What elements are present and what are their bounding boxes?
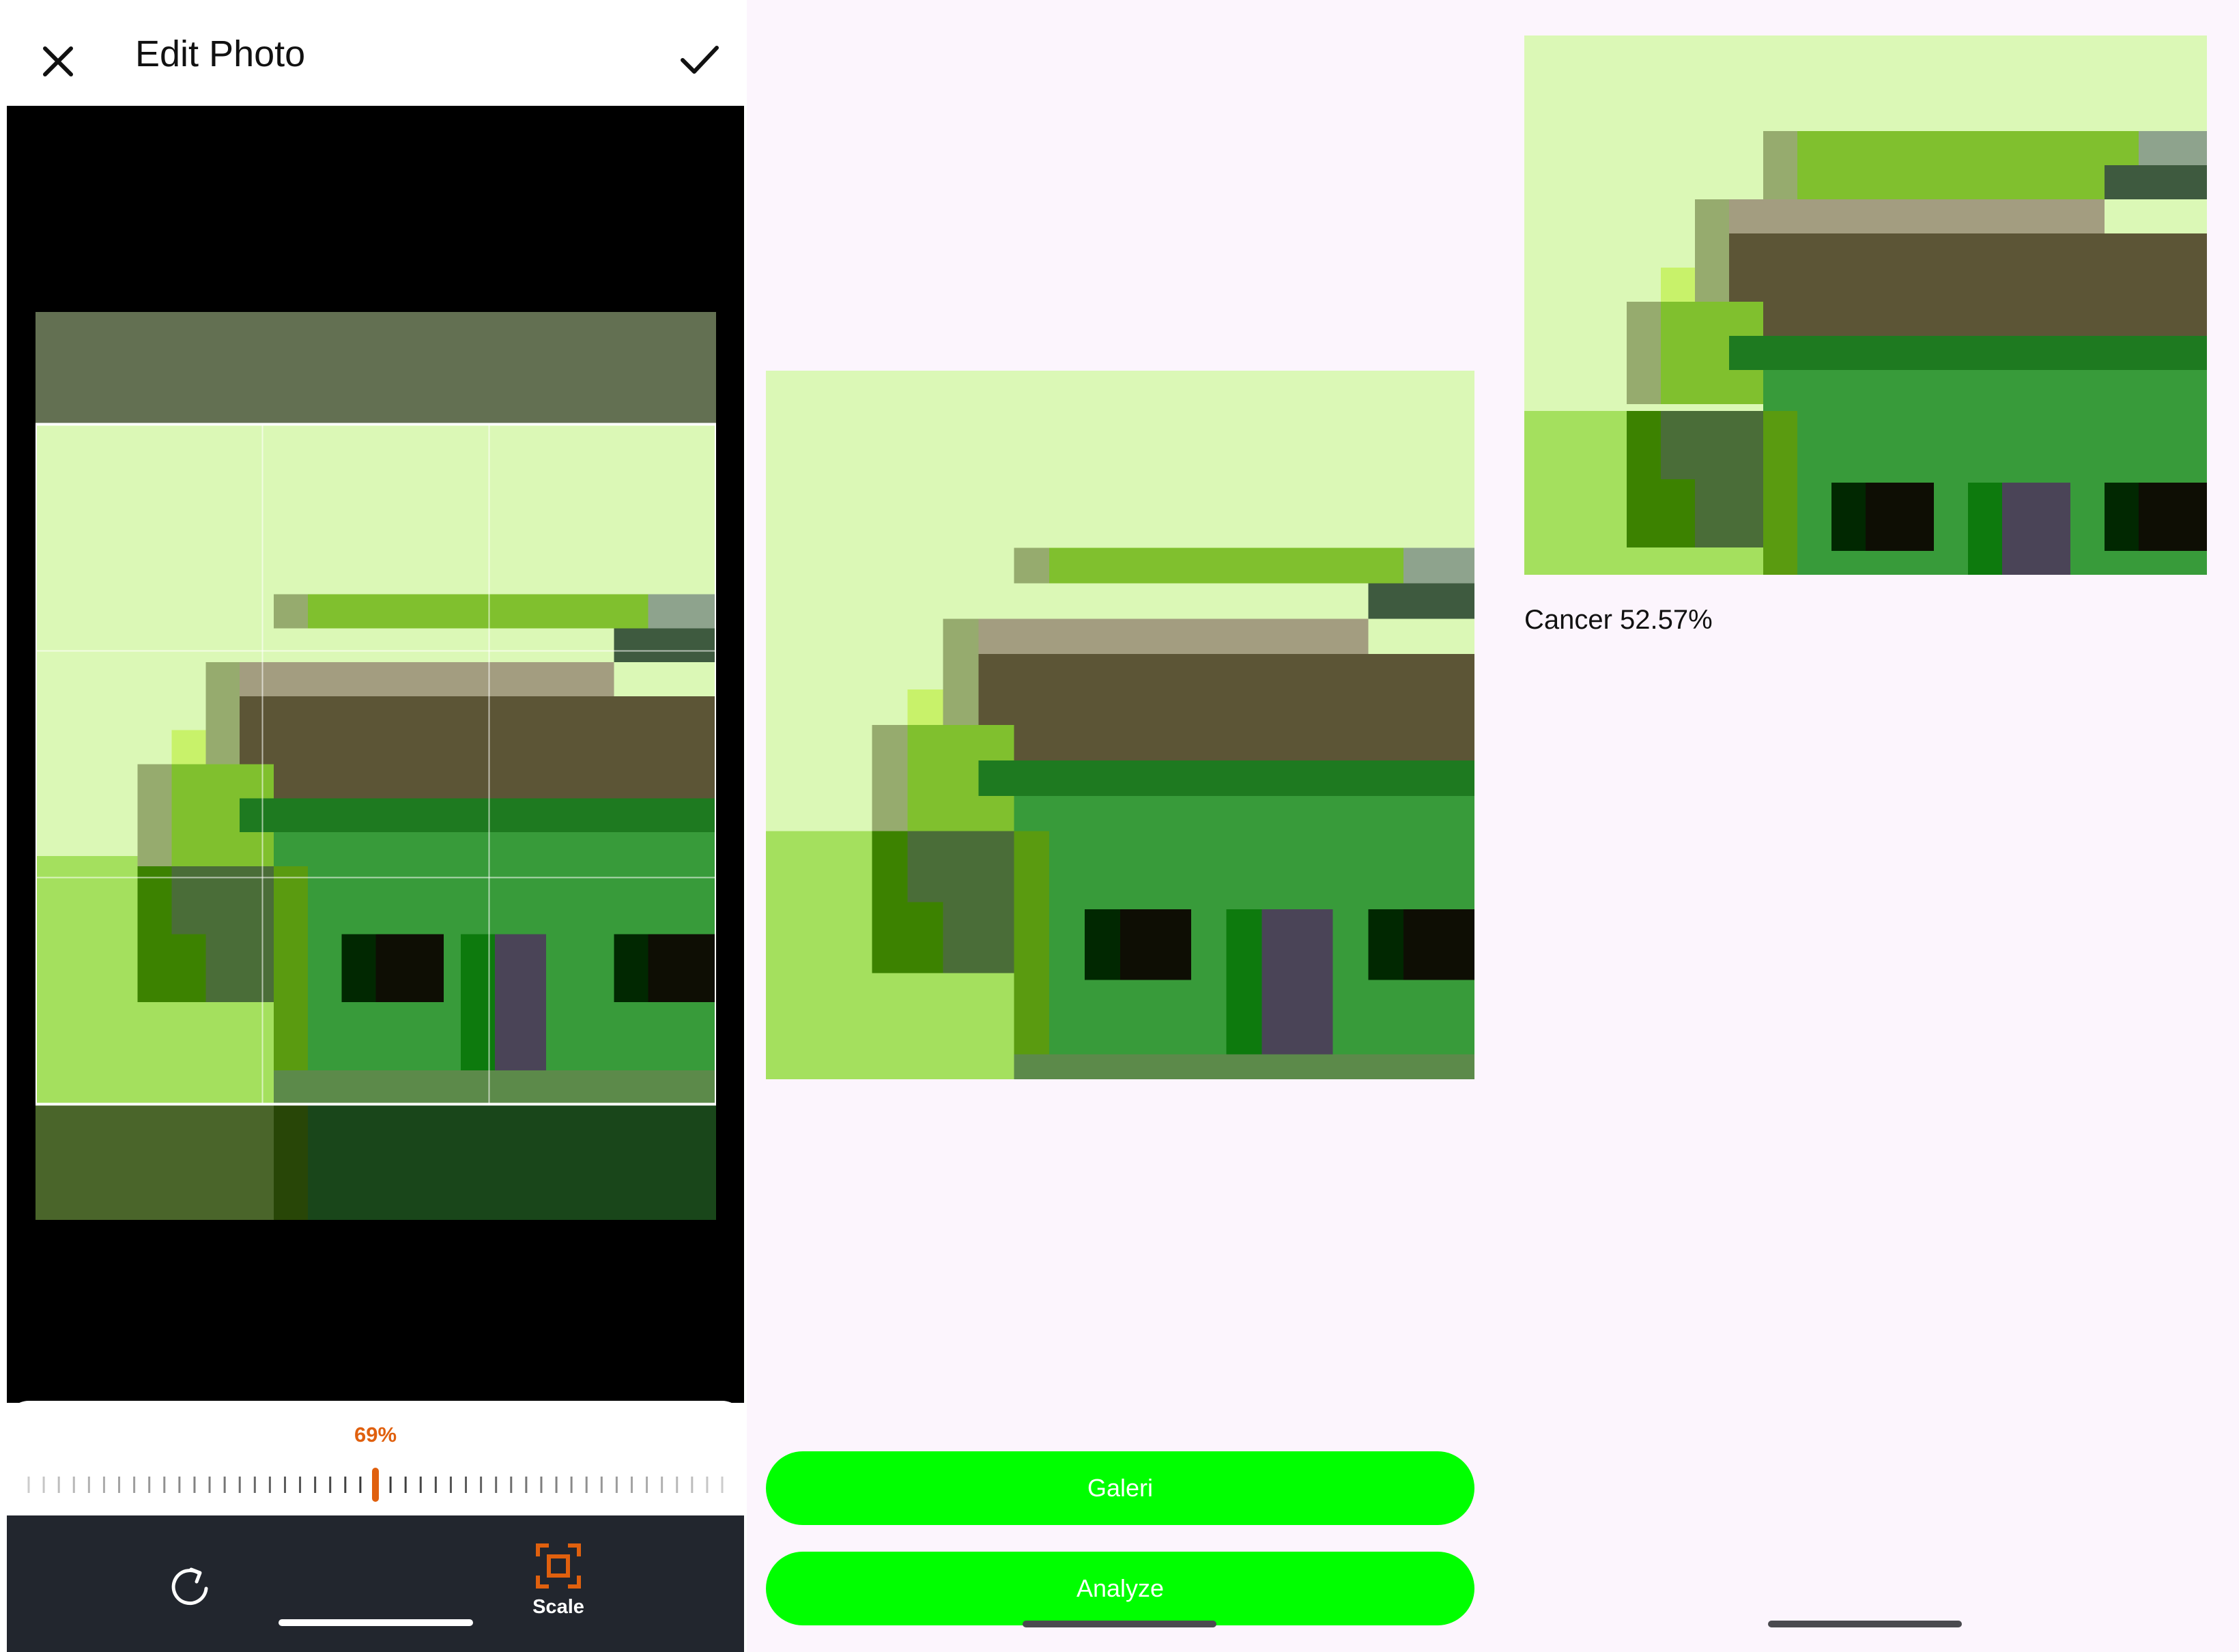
crop-preview-image[interactable]: [35, 312, 716, 1220]
result-screen: Cancer 52.57%: [1492, 0, 2239, 1652]
edit-photo-screen: Edit Photo 69% Scale: [0, 0, 747, 1652]
home-indicator: [1768, 1621, 1962, 1627]
classifier-screen: Galeri Analyze: [747, 0, 1492, 1652]
page-title: Edit Photo: [135, 33, 306, 74]
analyze-button[interactable]: Analyze: [766, 1552, 1474, 1625]
home-indicator: [1023, 1621, 1216, 1627]
scale-slider[interactable]: [20, 1468, 730, 1502]
scale-label: Scale: [532, 1596, 584, 1618]
home-indicator: [279, 1619, 473, 1626]
rotate-icon[interactable]: [164, 1560, 218, 1614]
check-icon[interactable]: [676, 35, 724, 83]
close-icon[interactable]: [34, 38, 82, 85]
selected-photo: [766, 371, 1474, 1079]
scale-slider-thumb[interactable]: [372, 1468, 379, 1502]
edit-photo-header: [7, 0, 744, 106]
scale-percent: 69%: [354, 1423, 397, 1447]
gallery-button[interactable]: Galeri: [766, 1451, 1474, 1525]
edit-toolbar: [7, 1515, 744, 1652]
analyzed-photo: [1524, 35, 2207, 575]
photo-canvas: [7, 106, 744, 1403]
prediction-result: Cancer 52.57%: [1524, 605, 1713, 635]
crop-scale-icon[interactable]: [534, 1541, 583, 1591]
